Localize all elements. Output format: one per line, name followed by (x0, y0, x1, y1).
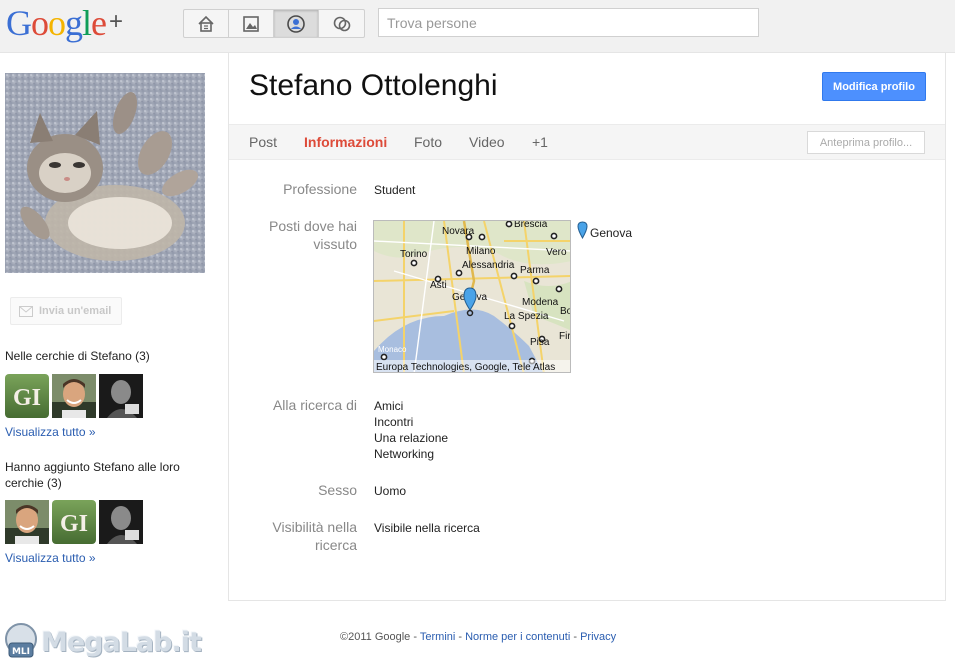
photos-icon (243, 15, 259, 32)
places-value: Genova (590, 226, 633, 240)
map-label-monaco: Monaco (378, 345, 407, 354)
person-bw-photo (99, 374, 143, 418)
added-by-avatar-bw[interactable] (99, 500, 143, 544)
visibility-value: Visibile nella ricerca (374, 521, 480, 535)
person-bw-photo (99, 500, 143, 544)
occupation-label: Professione (283, 181, 357, 197)
top-bar: Google + (0, 0, 955, 53)
map-label-pisa: Pisa (530, 337, 550, 348)
tab-plus-one[interactable]: +1 (532, 134, 548, 150)
in-circles-thumbs: GI (5, 374, 143, 418)
tab-informazioni[interactable]: Informazioni (304, 134, 387, 150)
gi-logo-icon: GI (52, 500, 96, 544)
send-email-label: Invia un'email (39, 305, 112, 317)
circle-member-avatar-man[interactable] (52, 374, 96, 418)
circle-member-avatar-gi[interactable]: GI (5, 374, 49, 418)
edit-profile-button[interactable]: Modifica profilo (822, 72, 926, 101)
search-people-input[interactable] (378, 8, 759, 37)
cat-photo (5, 73, 205, 273)
home-icon (198, 15, 214, 32)
nav-profile-button[interactable] (274, 10, 319, 37)
logo-wordmark: Google (6, 3, 107, 43)
gender-label: Sesso (318, 482, 357, 498)
profile-photo-cat[interactable] (5, 73, 205, 273)
added-by-thumbs: GI (5, 500, 143, 544)
gi-logo-icon: GI (5, 374, 49, 418)
map-label-brescia: Brescia (514, 221, 548, 230)
person-photo (5, 500, 49, 544)
map-label-torino: Torino (400, 249, 428, 260)
added-by-avatar-man[interactable] (5, 500, 49, 544)
profile-tabs: Post Informazioni Foto Video +1 Anteprim… (229, 124, 945, 160)
megalab-watermark-text: MegaLab.it (41, 626, 202, 658)
added-by-title: Hanno aggiunto Stefano alle loro cerchie… (5, 460, 180, 490)
map-label-parma: Parma (520, 265, 550, 276)
nav-circles-button[interactable] (319, 10, 364, 37)
map-label-asti: Asti (430, 280, 447, 291)
google-plus-logo[interactable]: Google + (6, 4, 123, 41)
tab-foto[interactable]: Foto (414, 134, 442, 150)
profile-icon (287, 14, 305, 33)
looking-for-item: Una relazione (374, 431, 449, 445)
occupation-value: Student (374, 183, 416, 197)
map-label-la-spezia: La Spezia (504, 311, 549, 322)
added-by-avatar-gi[interactable]: GI (52, 500, 96, 544)
svg-text:GI: GI (13, 385, 41, 411)
looking-for-item: Amici (374, 399, 404, 413)
nav-photos-button[interactable] (229, 10, 274, 37)
map-label-alessandria: Alessandria (462, 260, 515, 271)
svg-text:GI: GI (60, 511, 88, 537)
tab-video[interactable]: Video (469, 134, 505, 150)
looking-for-item: Incontri (374, 415, 414, 429)
in-circles-title: Nelle cerchie di Stefano (3) (5, 349, 150, 363)
footer: ©2011 Google - Termini - Norme per i con… (340, 631, 617, 643)
map-label-novara: Novara (442, 226, 475, 237)
map-label-verona: Vero (546, 247, 567, 258)
visibility-label: Visibilità nella ricerca (272, 519, 357, 553)
profile-card: Stefano Ottolenghi Modifica profilo Post… (228, 53, 946, 601)
email-icon (19, 305, 33, 317)
logo-plus: + (109, 8, 124, 35)
looking-for-label: Alla ricerca di (272, 397, 357, 413)
map-attribution: Europa Technologies, Google, Tele Atlas (376, 362, 555, 373)
places-map[interactable]: Novara Brescia Vero Milano Torino Alessa… (373, 220, 571, 373)
preview-profile-button[interactable]: Anteprima profilo... (807, 131, 925, 154)
svg-text:MLI: MLI (12, 647, 30, 657)
looking-for-list: Amici Incontri Una relazione Networking (374, 398, 448, 462)
privacy-link[interactable]: Privacy (580, 631, 616, 643)
circles-icon (333, 16, 350, 31)
person-photo (52, 374, 96, 418)
map-label-bologna: Bo (560, 306, 571, 317)
places-label: Posti dove hai vissuto (269, 218, 357, 252)
map-marker-icon (577, 221, 588, 239)
circle-member-avatar-bw[interactable] (99, 374, 143, 418)
looking-for-item: Networking (374, 447, 435, 461)
map-label-milano: Milano (466, 246, 496, 257)
megalab-watermark: MLI MegaLab.it (3, 621, 202, 663)
send-email-button[interactable]: Invia un'email (10, 297, 122, 325)
tab-post[interactable]: Post (249, 134, 277, 150)
map-label-firenze: Fir (559, 331, 571, 342)
megalab-logo-icon: MLI (5, 623, 37, 658)
map-image: Novara Brescia Vero Milano Torino Alessa… (374, 221, 571, 373)
footer-copyright: ©2011 Google (340, 631, 411, 643)
map-label-modena: Modena (522, 297, 559, 308)
added-by-view-all-link[interactable]: Visualizza tutto » (5, 551, 96, 565)
places-legend: Genova (577, 221, 632, 240)
content-policy-link[interactable]: Norme per i contenuti (465, 631, 570, 643)
gender-value: Uomo (374, 484, 407, 498)
terms-link[interactable]: Termini (420, 631, 455, 643)
main-nav (183, 9, 365, 38)
in-circles-view-all-link[interactable]: Visualizza tutto » (5, 425, 96, 439)
nav-home-button[interactable] (184, 10, 229, 37)
profile-name: Stefano Ottolenghi (249, 69, 498, 102)
